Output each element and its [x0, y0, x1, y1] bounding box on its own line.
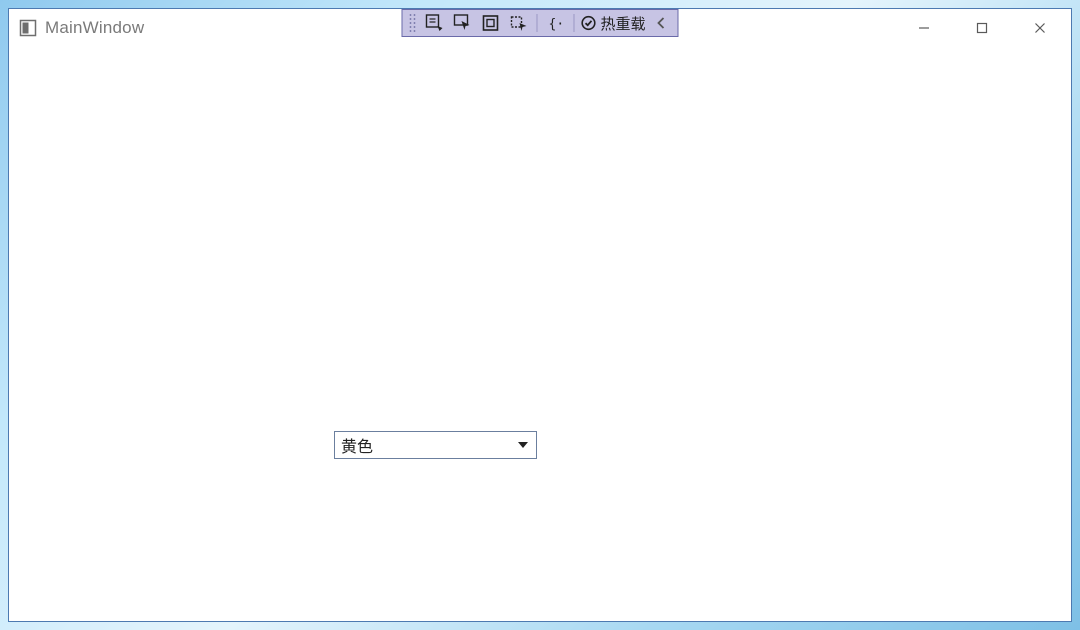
- xaml-debug-toolbar[interactable]: {·} 热重载: [401, 9, 678, 37]
- combobox-selected-value: 黄色: [341, 433, 373, 457]
- collapse-toolbar-button[interactable]: [652, 10, 672, 36]
- toolbar-grip-icon[interactable]: [408, 13, 416, 33]
- chevron-down-icon: [518, 442, 528, 448]
- svg-text:{·}: {·}: [548, 17, 564, 32]
- binding-diagnostics-button[interactable]: {·}: [541, 10, 569, 36]
- desktop-background: {·} 热重载: [0, 0, 1080, 630]
- display-layout-adorners-button[interactable]: [476, 10, 504, 36]
- color-combobox[interactable]: 黄色: [334, 431, 537, 459]
- app-icon: [19, 19, 37, 37]
- toolbar-separator: [536, 14, 537, 32]
- checkmark-circle-icon: [580, 15, 596, 31]
- main-window: {·} 热重载: [8, 8, 1072, 622]
- track-focused-element-button[interactable]: [504, 10, 532, 36]
- close-icon: [1034, 22, 1046, 34]
- select-element-button[interactable]: [448, 10, 476, 36]
- go-to-live-visual-tree-button[interactable]: [420, 10, 448, 36]
- titlebar-left: MainWindow: [19, 18, 144, 38]
- window-controls: [895, 9, 1069, 47]
- hot-reload-button[interactable]: 热重载: [578, 10, 651, 36]
- window-title: MainWindow: [45, 18, 144, 38]
- minimize-icon: [918, 22, 930, 34]
- client-area: 黄色: [9, 47, 1071, 621]
- minimize-button[interactable]: [895, 9, 953, 47]
- toolbar-separator: [573, 14, 574, 32]
- maximize-icon: [976, 22, 988, 34]
- close-button[interactable]: [1011, 9, 1069, 47]
- maximize-button[interactable]: [953, 9, 1011, 47]
- chevron-left-icon: [657, 17, 667, 29]
- hot-reload-label: 热重载: [600, 13, 645, 34]
